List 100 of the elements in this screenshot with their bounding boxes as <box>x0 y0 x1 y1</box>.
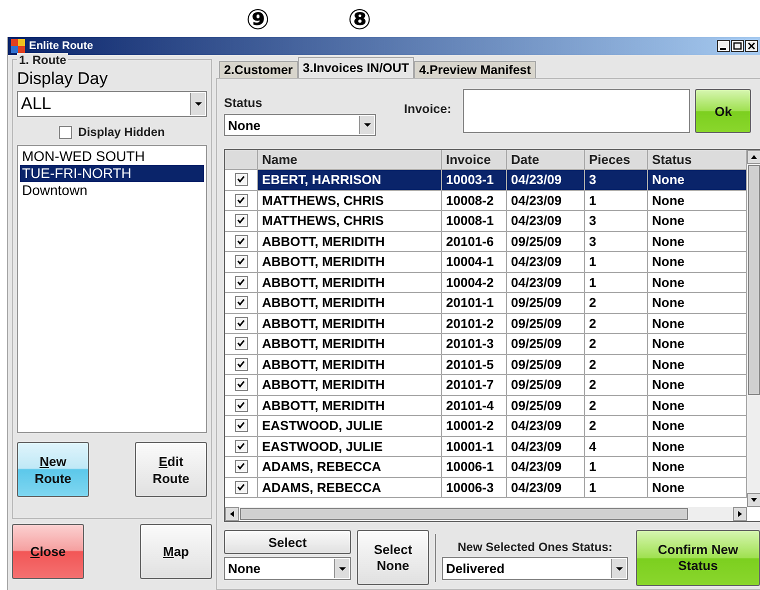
table-row[interactable]: ABBOTT, MERIDITH 20101-3 09/25/09 2 None <box>225 334 747 354</box>
checkbox[interactable] <box>59 126 72 138</box>
scroll-up-icon[interactable] <box>747 150 760 164</box>
table-cell: ADAMS, REBECCA <box>258 478 442 498</box>
table-row[interactable]: MATTHEWS, CHRIS 10008-2 04/23/09 1 None <box>225 190 747 211</box>
dropdown-arrow-icon <box>616 566 622 570</box>
table-row[interactable]: ABBOTT, MERIDITH 10004-2 04/23/09 1 None <box>225 272 747 293</box>
table-row[interactable]: ABBOTT, MERIDITH 20101-1 09/25/09 2 None <box>225 293 747 314</box>
table-row[interactable]: ADAMS, REBECCA 10006-1 04/23/09 1 None <box>225 457 747 478</box>
table-row[interactable]: EASTWOOD, JULIE 10001-2 04/23/09 2 None <box>225 416 747 436</box>
row-checkbox[interactable] <box>234 194 248 207</box>
row-checkbox[interactable] <box>234 255 248 268</box>
table-cell: 09/25/09 <box>507 314 585 334</box>
table-cell: ADAMS, REBECCA <box>258 457 442 478</box>
table-cell: 10001-1 <box>442 436 507 457</box>
tab[interactable]: 2.Customer <box>219 61 298 78</box>
scroll-down-icon[interactable] <box>747 493 760 507</box>
scroll-right-icon[interactable] <box>733 507 747 521</box>
table-cell: 20101-3 <box>442 334 507 354</box>
table-cell: ABBOTT, MERIDITH <box>258 293 442 314</box>
row-checkbox[interactable] <box>234 276 248 289</box>
table-cell: 10006-3 <box>442 478 507 498</box>
close-button[interactable]: Close <box>12 524 84 579</box>
tab[interactable]: 4.Preview Manifest <box>414 61 536 78</box>
table-cell: 2 <box>585 293 648 314</box>
display-day-dropdown[interactable]: ALL <box>17 91 207 117</box>
table-row[interactable]: ABBOTT, MERIDITH 20101-5 09/25/09 2 None <box>225 354 747 375</box>
table-cell: 04/23/09 <box>507 170 585 190</box>
table-cell: 04/23/09 <box>507 272 585 293</box>
table-cell: 10004-1 <box>442 252 507 272</box>
select-none-button[interactable]: Select None <box>357 530 429 585</box>
table-cell: 10008-1 <box>442 211 507 232</box>
route-item[interactable]: TUE-FRI-NORTH <box>20 165 204 182</box>
table-cell: 2 <box>585 354 648 375</box>
table-cell: 1 <box>585 478 648 498</box>
table-row[interactable]: ABBOTT, MERIDITH 20101-7 09/25/09 2 None <box>225 375 747 396</box>
row-checkbox[interactable] <box>234 337 248 350</box>
row-checkbox[interactable] <box>234 296 248 310</box>
route-button[interactable]: New Route <box>17 442 89 497</box>
vertical-scrollbar[interactable] <box>747 150 760 507</box>
table-cell: 04/23/09 <box>507 252 585 272</box>
status-dropdown[interactable]: None <box>224 114 376 136</box>
table-cell: ABBOTT, MERIDITH <box>258 354 442 375</box>
table-row[interactable]: ABBOTT, MERIDITH 20101-4 09/25/09 2 None <box>225 396 747 416</box>
row-checkbox[interactable] <box>234 440 248 453</box>
scroll-left-icon[interactable] <box>225 507 239 521</box>
invoice-field[interactable] <box>463 89 690 133</box>
horizontal-scrollbar[interactable] <box>225 507 747 521</box>
dropdown-arrow-icon <box>194 102 202 106</box>
row-checkbox[interactable] <box>234 316 248 330</box>
table-cell: 1 <box>585 272 648 293</box>
table-row[interactable]: ABBOTT, MERIDITH 20101-6 09/25/09 3 None <box>225 232 747 252</box>
row-checkbox[interactable] <box>234 460 248 474</box>
table-cell: 04/23/09 <box>507 416 585 436</box>
ok-button[interactable]: Ok <box>695 89 752 133</box>
row-checkbox[interactable] <box>234 480 248 494</box>
table-cell: 09/25/09 <box>507 354 585 375</box>
window-title: Enlite Route <box>29 40 94 52</box>
table-cell: EASTWOOD, JULIE <box>258 436 442 457</box>
display-day-label: Display Day <box>17 69 109 89</box>
table-row[interactable]: ABBOTT, MERIDITH 20101-2 09/25/09 2 None <box>225 314 747 334</box>
table-cell: 04/23/09 <box>507 478 585 498</box>
select-button[interactable]: Select <box>224 530 351 554</box>
row-checkbox[interactable] <box>234 419 248 432</box>
table-row[interactable]: ADAMS, REBECCA 10006-3 04/23/09 1 None <box>225 478 747 498</box>
row-checkbox[interactable] <box>234 358 248 371</box>
invoice-label: Invoice: <box>404 102 452 116</box>
row-checkbox[interactable] <box>234 173 248 186</box>
map-button[interactable]: Map <box>140 524 212 579</box>
table-cell: 2 <box>585 334 648 354</box>
table-cell: 20101-1 <box>442 293 507 314</box>
close-icon[interactable] <box>745 40 758 52</box>
table-cell: 09/25/09 <box>507 293 585 314</box>
table-row[interactable]: ABBOTT, MERIDITH 10004-1 04/23/09 1 None <box>225 252 747 272</box>
row-checkbox[interactable] <box>234 214 248 228</box>
table-row[interactable]: EASTWOOD, JULIE 10001-1 04/23/09 4 None <box>225 436 747 457</box>
maximize-icon[interactable] <box>731 40 744 52</box>
table-row[interactable]: MATTHEWS, CHRIS 10008-1 04/23/09 3 None <box>225 211 747 232</box>
row-checkbox[interactable] <box>234 398 248 412</box>
route-item[interactable]: Downtown <box>20 182 204 199</box>
dropdown-arrow-icon <box>364 123 370 127</box>
route-item[interactable]: MON-WED SOUTH <box>20 148 204 165</box>
table-cell: 1 <box>585 252 648 272</box>
new-status-dropdown[interactable]: Delivered <box>442 557 628 580</box>
table-cell: 04/23/09 <box>507 457 585 478</box>
row-checkbox[interactable] <box>234 234 248 248</box>
table-cell: ABBOTT, MERIDITH <box>258 334 442 354</box>
tab[interactable]: 3.Invoices IN/OUT <box>298 57 414 78</box>
table-cell: 10001-2 <box>442 416 507 436</box>
scroll-thumb[interactable] <box>748 165 760 395</box>
select-dropdown[interactable]: None <box>224 557 351 580</box>
table-cell: 04/23/09 <box>507 211 585 232</box>
table-cell: 1 <box>585 457 648 478</box>
confirm-button[interactable]: Confirm New Status <box>636 530 760 586</box>
scroll-thumb[interactable] <box>240 508 688 520</box>
row-checkbox[interactable] <box>234 378 248 392</box>
table-row[interactable]: EBERT, HARRISON 10003-1 04/23/09 3 None <box>225 170 747 190</box>
route-button[interactable]: Edit Route <box>135 442 207 497</box>
minimize-icon[interactable] <box>717 40 730 52</box>
new-status-label: New Selected Ones Status: <box>458 540 612 554</box>
